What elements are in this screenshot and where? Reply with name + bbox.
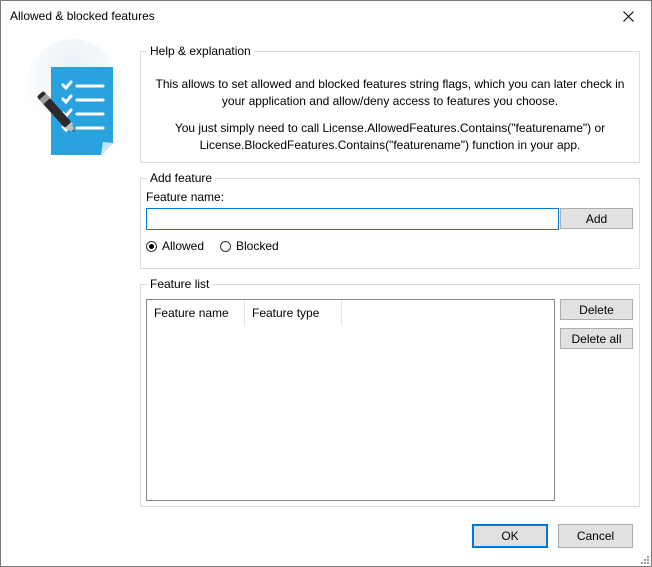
help-text: This allows to set allowed and blocked f… [141, 76, 639, 164]
add-feature-group-title: Add feature [147, 171, 216, 185]
feature-list-groupbox: Feature list Feature name Feature type D… [140, 277, 640, 507]
feature-name-label: Feature name: [146, 190, 225, 204]
list-header: Feature name Feature type [147, 300, 342, 326]
allowed-radio[interactable]: Allowed [146, 239, 204, 253]
cancel-button[interactable]: Cancel [558, 524, 633, 548]
ok-button[interactable]: OK [472, 524, 548, 548]
resize-grip-icon[interactable] [639, 554, 649, 564]
column-header-feature-type[interactable]: Feature type [245, 300, 342, 326]
radio-selected-dot [149, 243, 154, 249]
help-line-1: This allows to set allowed and blocked f… [155, 77, 625, 108]
close-icon [622, 10, 634, 22]
allowed-radio-label[interactable]: Allowed [162, 239, 204, 253]
checklist-document-with-pen-icon [23, 39, 123, 159]
blocked-radio-label[interactable]: Blocked [236, 239, 279, 253]
column-header-feature-name[interactable]: Feature name [147, 300, 245, 326]
add-feature-groupbox: Add feature Feature name: Add Allowed Bl… [140, 171, 640, 269]
title-bar[interactable]: Allowed & blocked features [1, 1, 651, 31]
dialog-client-area: Help & explanation This allows to set al… [1, 31, 651, 566]
feature-listview[interactable]: Feature name Feature type [146, 299, 555, 501]
feature-list-group-title: Feature list [147, 277, 213, 291]
window-title: Allowed & blocked features [10, 9, 155, 23]
help-groupbox: Help & explanation This allows to set al… [140, 44, 640, 164]
delete-all-button[interactable]: Delete all [560, 328, 633, 349]
help-group-title: Help & explanation [147, 44, 254, 58]
help-line-2: You just simply need to call License.All… [174, 121, 606, 152]
close-button[interactable] [605, 1, 651, 31]
delete-button[interactable]: Delete [560, 299, 633, 320]
blocked-radio[interactable]: Blocked [220, 239, 279, 253]
feature-name-input[interactable] [146, 208, 559, 230]
blocked-radio-circle[interactable] [220, 240, 231, 252]
add-button[interactable]: Add [560, 208, 633, 229]
allowed-radio-circle[interactable] [146, 240, 157, 252]
dialog-window: Allowed & blocked features Help & explan… [0, 0, 652, 567]
